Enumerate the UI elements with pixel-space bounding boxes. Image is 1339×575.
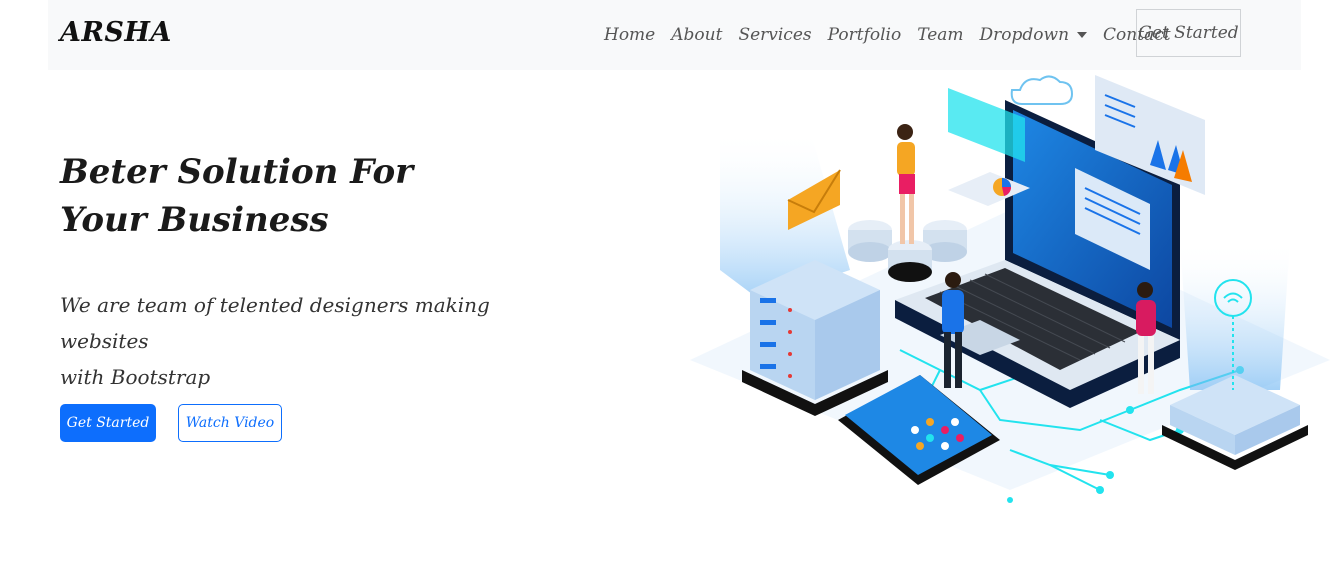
dropdown-caret-icon (1077, 32, 1088, 38)
nav-link-team[interactable]: Team (917, 25, 963, 45)
hero-subtitle-line1: We are team of telented designers making… (60, 293, 490, 353)
nav-link-services[interactable]: Services (738, 25, 811, 45)
nav-link-about[interactable]: About (671, 25, 722, 45)
watch-video-button[interactable]: Watch Video (178, 404, 282, 442)
hero-title-line1: Beter Solution For (60, 152, 414, 192)
cloud-icon (1010, 75, 1074, 105)
nav-link-portfolio[interactable]: Portfolio (828, 25, 902, 45)
brand-logo[interactable]: ARSHA (60, 17, 172, 48)
navbar: ARSHA Home About Services Portfolio Team… (48, 0, 1301, 70)
nav-link-home[interactable]: Home (604, 25, 655, 45)
nav-get-started-button[interactable]: Get Started (1136, 9, 1241, 57)
hero-title: Beter Solution For Your Business (60, 148, 580, 244)
hero-subtitle: We are team of telented designers making… (60, 287, 550, 395)
hero-illustration (690, 75, 1330, 503)
person-standing-woman (897, 124, 915, 244)
nav-dropdown[interactable]: Dropdown (980, 25, 1088, 45)
hero-subtitle-line2: with Bootstrap (60, 365, 211, 389)
nav-dropdown-label: Dropdown (979, 25, 1070, 45)
get-started-button[interactable]: Get Started (60, 404, 156, 442)
nav-links: Home About Services Portfolio Team Dropd… (604, 0, 1187, 70)
hero-title-line2: Your Business (60, 200, 329, 240)
